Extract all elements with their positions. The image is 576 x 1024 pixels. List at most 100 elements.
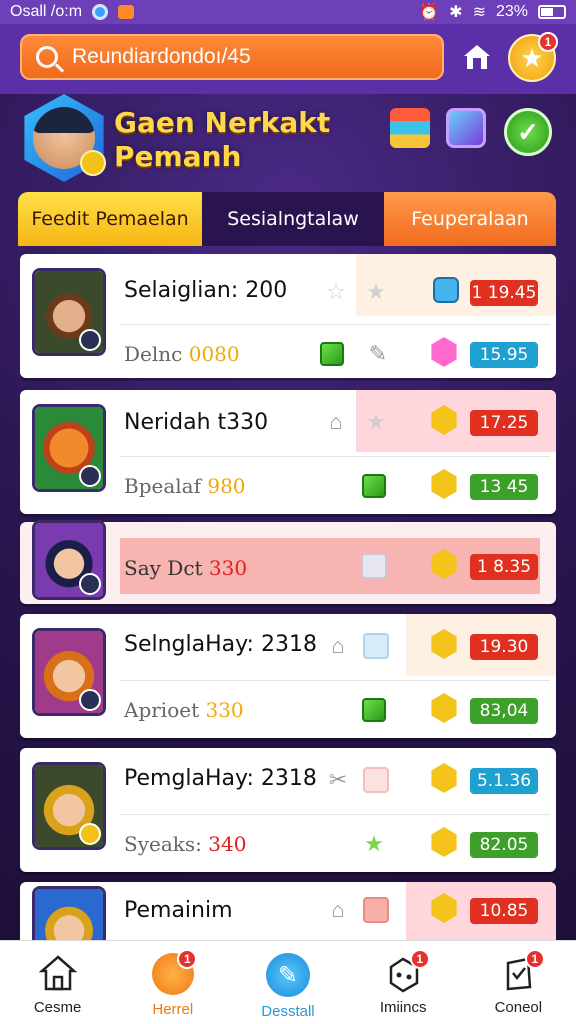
status-bar: Osall /o:m ⏰ ✱ ≋ 23% [0,0,576,24]
list-item[interactable]: Neridah t330 Bpealaf 980 ⌂ ★ 17.25 13 45 [20,390,556,514]
skull-icon [430,337,458,367]
pink-cube-icon [362,896,390,924]
item-sub: Delnc 0080 [124,342,240,366]
gold-hex-icon [430,469,458,499]
value-badge: 1 8.35 [470,554,538,580]
gold-hex-icon [430,827,458,857]
bottom-value-badge: 13 45 [470,474,538,500]
nav-control[interactable]: 1 Coneol [461,941,576,1024]
green-star-icon[interactable]: ★ [360,830,388,858]
coin-icon [80,150,106,176]
bottom-value-badge: 15.95 [470,342,538,368]
top-value-badge: 17.25 [470,410,538,436]
tab-bar: Feedit Pemaelan Sesialngtalaw Feuperalaa… [18,192,556,246]
tab-second[interactable]: Sesialngtalaw [202,192,384,246]
list-item[interactable]: Say Dct 330 1 8.35 [20,520,556,604]
item-name: PemglaHay: 2318 [124,766,317,791]
tab-first[interactable]: Feedit Pemaelan [18,192,202,246]
home-small-icon[interactable]: ⌂ [324,632,352,660]
gem-box-button[interactable] [446,108,492,154]
top-bar: ★ 1 [0,24,576,94]
item-name: Neridah t330 [124,410,269,435]
nav-hotel[interactable]: 1 Herrel [115,941,230,1024]
avatar [32,520,106,600]
top-value-badge: 5.1.36 [470,768,538,794]
item-name: Pemainim [124,898,233,923]
item-sub: Say Dct 330 [124,556,248,580]
nav-label: Imiincs [379,999,427,1016]
nav-home[interactable]: Cesme [0,941,115,1024]
alarm-icon: ⏰ [419,4,440,21]
nav-badge: 1 [409,949,430,969]
list-item[interactable]: SelnglaHay: 2318 Aprioet 330 ⌂ 19.30 83,… [20,614,556,738]
rank-badge-icon [79,329,101,351]
gold-hex-icon [430,629,458,659]
item-sub: Aprioet 330 [124,698,244,722]
message-notification-icon [118,5,135,19]
item-name: Selaiglian: 200 [124,278,288,303]
bottom-value-badge: 83,04 [470,698,538,724]
search-bar[interactable] [20,34,444,80]
gold-hex-icon [430,405,458,435]
top-value-badge: 19.30 [470,634,538,660]
rank-badge-icon [79,689,101,711]
title-line-1: Gaen Nerkakt [114,106,331,139]
star-outline-icon[interactable]: ☆ [322,278,350,306]
coin-badge-icon [79,823,101,845]
nav-install[interactable]: ✎ Desstall [230,941,345,1024]
search-icon [36,46,58,68]
tab-third[interactable]: Feuperalaan [384,192,556,246]
nav-label: Cesme [33,999,82,1016]
battery-icon [538,5,566,19]
pencil-icon[interactable]: ✎ [364,340,392,368]
green-gem-icon [318,340,346,368]
item-name: SelnglaHay: 2318 [124,632,317,657]
top-value-badge: 1 19.45 [470,280,538,306]
home-icon[interactable] [462,42,492,72]
green-gem-icon [360,472,388,500]
nav-label: Coneol [494,999,543,1016]
nav-label: Desstall [261,1003,315,1020]
wifi-icon: ≋ [472,4,486,21]
edit-icon: ✎ [265,953,310,997]
rank-badge-icon [79,465,101,487]
nav-label: Herrel [152,1001,194,1018]
tool-icon[interactable]: ✂ [324,766,352,794]
gold-hex-icon [430,763,458,793]
bottom-value-badge: 82.05 [470,832,538,858]
ghost-cube-icon [360,552,388,580]
confirm-button[interactable]: ✓ [504,108,552,156]
avatar [32,762,106,850]
item-sub: Syeaks: 340 [124,832,247,856]
avatar [32,268,106,356]
star-button[interactable]: ★ 1 [508,32,558,82]
nav-badge: 1 [524,949,545,969]
star-badge: 1 [538,32,558,52]
stacked-cube-icon [390,108,430,148]
bottom-nav: Cesme 1 Herrel ✎ Desstall 1 Imiincs 1 Co… [0,940,576,1024]
gold-hex-icon [430,893,458,923]
shield-icon [432,276,460,304]
gold-hex-icon [430,693,458,723]
star-icon[interactable]: ★ [362,408,390,436]
item-sub: Bpealaf 980 [124,474,246,498]
green-gem-icon [360,696,388,724]
home-icon [38,955,77,991]
gem-chest-icon [446,108,486,148]
player-list: Selaiglian: 200 Delnc 0080 ☆ ★ 1 19.45 ✎… [0,246,576,956]
home-small-icon[interactable]: ⌂ [324,896,352,924]
gold-hex-icon [430,549,458,579]
status-time: Osall /o:m [10,3,83,20]
ice-cube-icon [362,632,390,660]
list-item[interactable]: Selaiglian: 200 Delnc 0080 ☆ ★ 1 19.45 ✎… [20,254,556,378]
profile-header: Gaen Nerkakt Pemanh ✓ [0,94,576,194]
rank-badge-icon [79,573,101,595]
home-small-icon[interactable]: ⌂ [322,408,350,436]
app-notification-icon [92,4,109,20]
star-icon[interactable]: ★ [362,278,390,306]
list-item[interactable]: PemglaHay: 2318 Syeaks: 340 ✂ 5.1.36 ★ 8… [20,748,556,872]
nav-badge: 1 [177,949,198,969]
resource-cube-button[interactable] [390,108,436,154]
nav-items[interactable]: 1 Imiincs [346,941,461,1024]
search-input[interactable] [72,45,432,69]
